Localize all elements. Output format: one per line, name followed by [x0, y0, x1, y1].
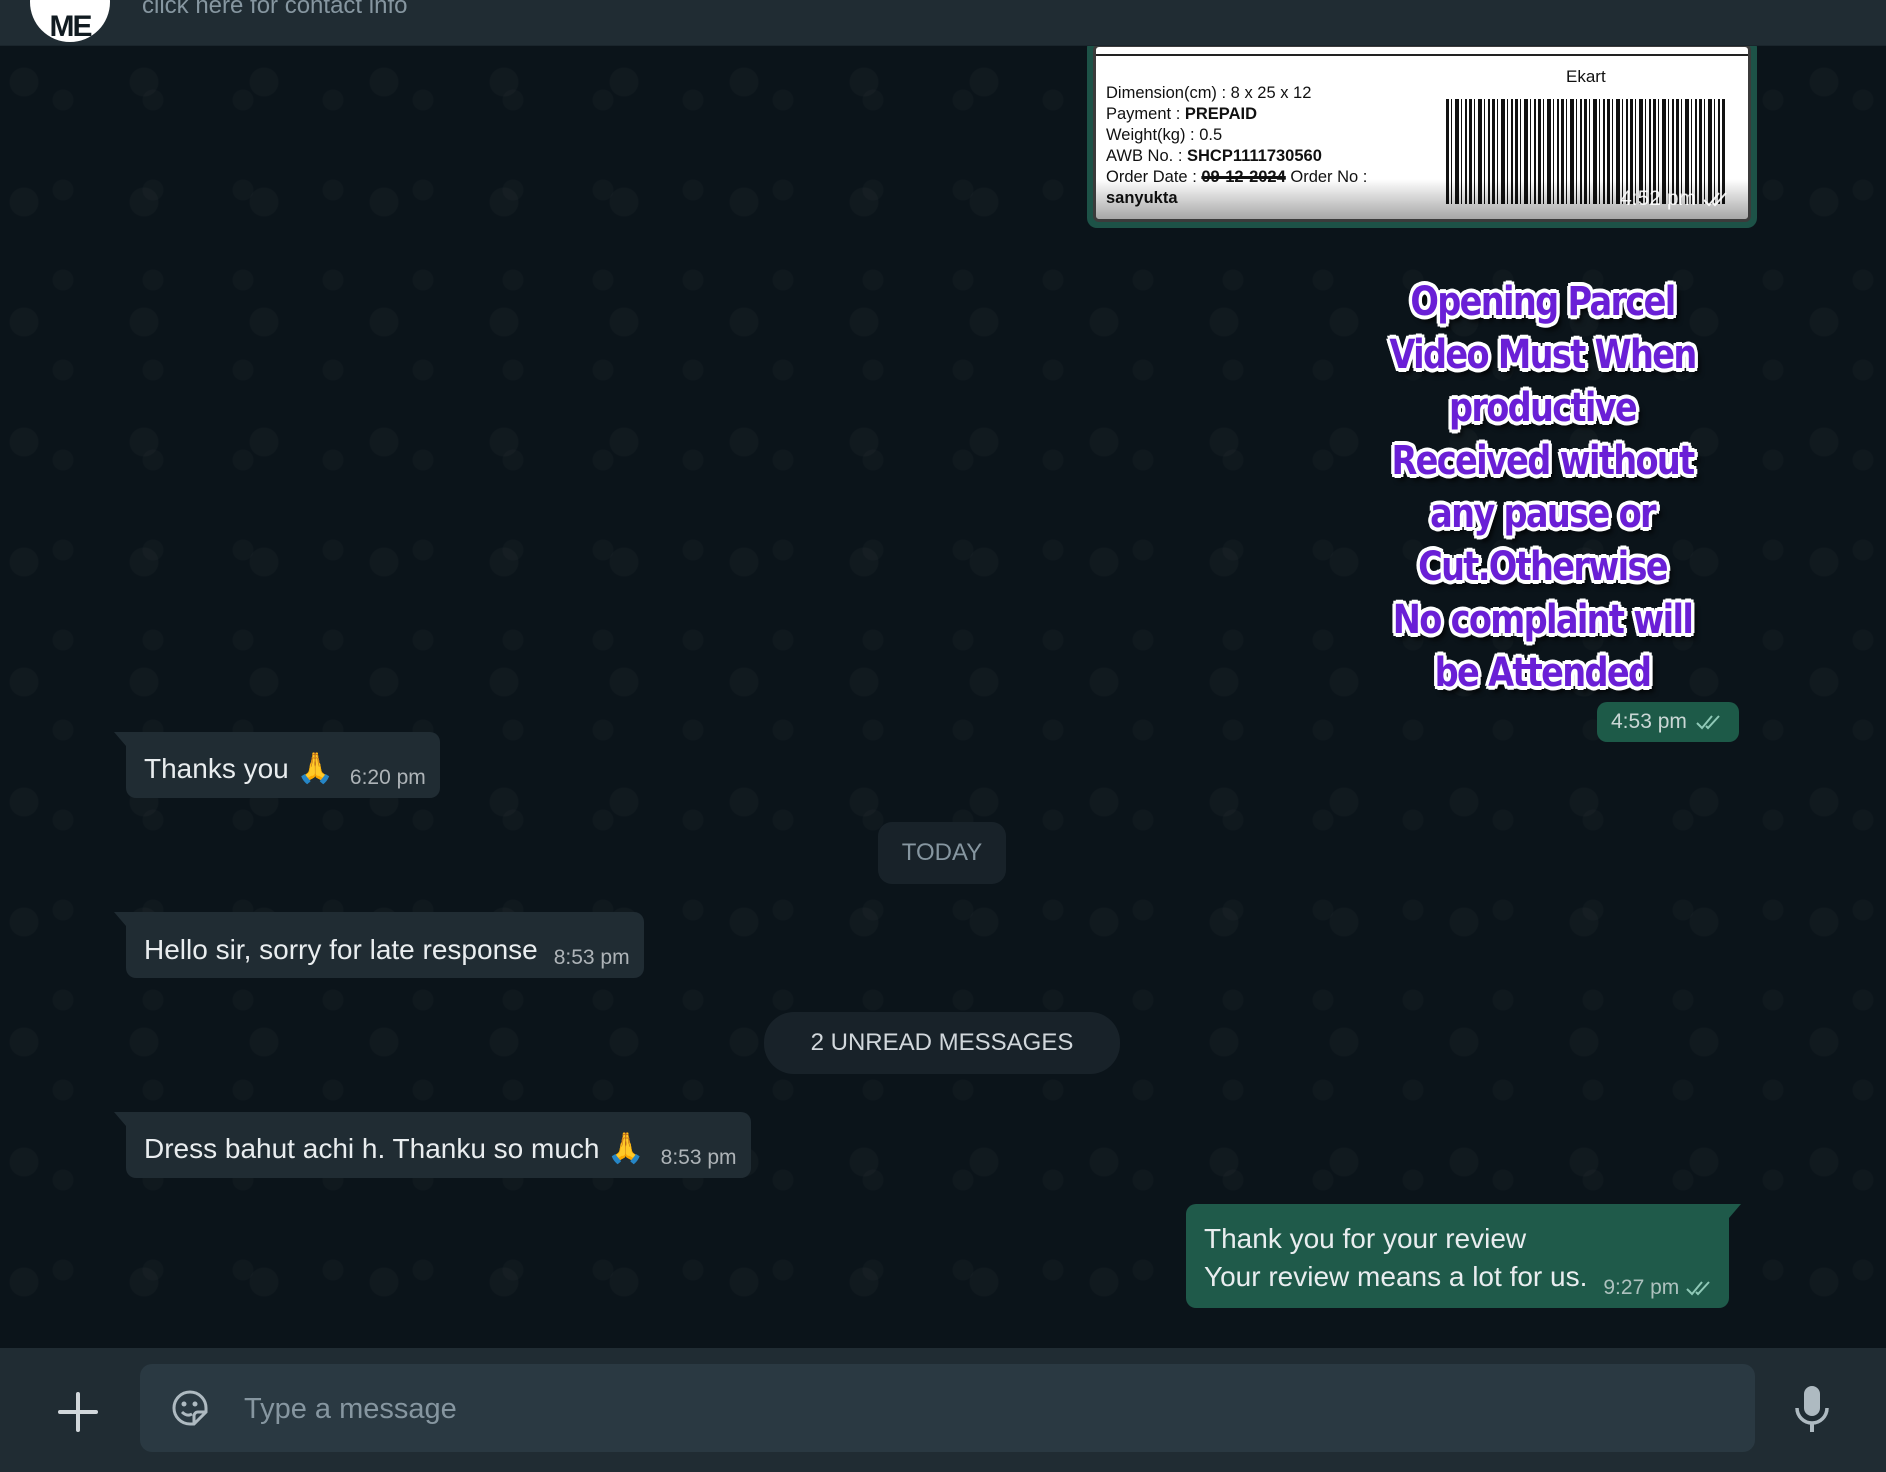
incoming-message[interactable]: Dress bahut achi h. Thanku so much 🙏 8:5…	[114, 1112, 751, 1178]
chat-header[interactable]: ME click here for contact info	[0, 0, 1886, 46]
sticker-time-badge: 4:53 pm	[1597, 702, 1739, 742]
plus-icon[interactable]	[56, 1390, 100, 1434]
message-time: 8:53 pm	[660, 1146, 737, 1169]
label-payment: Payment : PREPAID	[1106, 105, 1257, 123]
sticker-message[interactable]: Opening Parcel Video Must When productiv…	[1389, 276, 1697, 700]
double-check-icon	[1696, 715, 1720, 730]
message-text: Dress bahut achi h. Thanku so much	[144, 1133, 600, 1164]
message-list[interactable]: Ekart Dimension(cm) : 8 x 25 x 12 Paymen…	[0, 46, 1886, 1348]
label-dimension: Dimension(cm) : 8 x 25 x 12	[1106, 84, 1312, 102]
image-message-shipping-label[interactable]: Ekart Dimension(cm) : 8 x 25 x 12 Paymen…	[1087, 46, 1757, 228]
sticker-icon[interactable]	[168, 1386, 212, 1430]
message-text: Hello sir, sorry for late response	[144, 934, 538, 965]
shipping-label-image[interactable]: Ekart Dimension(cm) : 8 x 25 x 12 Paymen…	[1093, 46, 1751, 222]
unread-messages-divider: 2 UNREAD MESSAGES	[764, 1012, 1120, 1074]
incoming-message[interactable]: Thanks you 🙏 6:20 pm	[114, 732, 440, 798]
contact-info-hint[interactable]: click here for contact info	[142, 0, 407, 20]
message-time: 6:20 pm	[349, 766, 426, 789]
label-courier: Ekart	[1566, 67, 1606, 86]
double-check-icon	[1703, 192, 1727, 207]
label-awb: AWB No. : SHCP1111730560	[1106, 147, 1322, 165]
folded-hands-emoji: 🙏	[296, 751, 334, 786]
date-divider: TODAY	[878, 822, 1006, 884]
message-time: 4:52 pm	[1620, 187, 1732, 211]
double-check-icon	[1686, 1281, 1711, 1296]
mic-icon[interactable]	[1792, 1384, 1832, 1436]
outgoing-message[interactable]: Thank you for your review Your review me…	[1186, 1204, 1742, 1308]
folded-hands-emoji: 🙏	[607, 1131, 645, 1166]
message-time: 9:27 pm	[1603, 1276, 1715, 1300]
message-time: 8:53 pm	[553, 946, 630, 969]
message-input-container[interactable]	[140, 1364, 1755, 1452]
message-time: 4:53 pm	[1611, 710, 1687, 733]
label-divider	[1096, 54, 1748, 56]
message-input[interactable]	[242, 1382, 1726, 1436]
label-weight: Weight(kg) : 0.5	[1106, 126, 1223, 144]
contact-avatar[interactable]: ME	[30, 0, 110, 42]
incoming-message[interactable]: Hello sir, sorry for late response 8:53 …	[114, 912, 644, 978]
message-text: Thank you for your review Your review me…	[1204, 1223, 1588, 1292]
message-text: Thanks you	[144, 753, 289, 784]
avatar-initials: ME	[49, 10, 93, 42]
